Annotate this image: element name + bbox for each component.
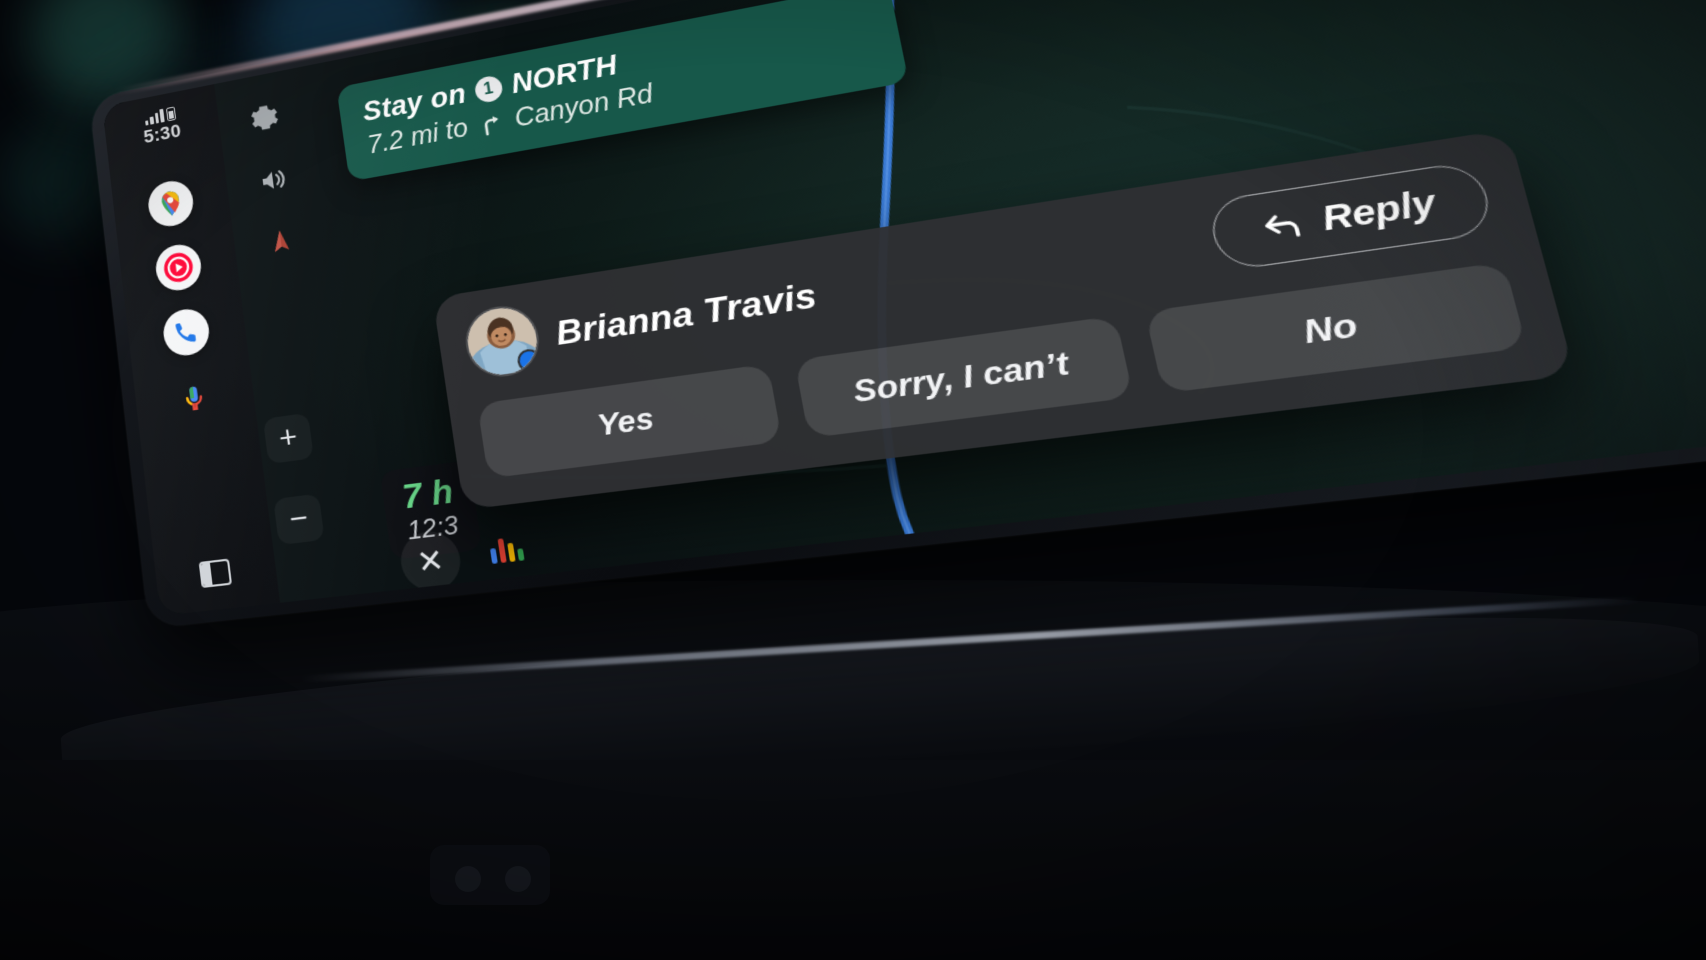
reply-button-label: Reply: [1318, 184, 1440, 240]
turn-right-icon: [475, 109, 507, 138]
eta-duration: 7 h: [400, 473, 455, 513]
sidebar-item-youtube-music[interactable]: [154, 241, 204, 293]
navigation-marker-icon[interactable]: [266, 226, 296, 256]
app-rail-items: [146, 177, 220, 424]
google-assistant-mic-icon: [178, 381, 211, 415]
reply-arrow-icon: [1258, 208, 1307, 244]
infotainment-display: 5:30 + − Stay on 1 NORTH 7.2 mi to Canyo…: [89, 0, 1706, 629]
sidebar-item-maps[interactable]: [146, 177, 196, 229]
quick-reply-chip[interactable]: No: [1145, 262, 1527, 394]
dashboard-lower: [0, 760, 1706, 960]
gear-icon[interactable]: [248, 101, 281, 136]
vent-detail: [430, 845, 550, 905]
reply-button[interactable]: Reply: [1206, 159, 1497, 271]
split-screen-icon: [199, 559, 232, 589]
zoom-out-button[interactable]: −: [273, 494, 325, 546]
battery-icon: [166, 106, 176, 121]
avatar: [464, 304, 542, 379]
status-bar: 5:30: [141, 105, 183, 149]
google-maps-icon: [155, 187, 187, 221]
vent-knob: [455, 866, 481, 892]
vent-knob: [505, 866, 531, 892]
status-clock: 5:30: [142, 121, 182, 149]
display-bezel: 5:30 + − Stay on 1 NORTH 7.2 mi to Canyo…: [89, 0, 1706, 629]
route-shield: 1: [473, 74, 504, 104]
photo-scene: 5:30 + − Stay on 1 NORTH 7.2 mi to Canyo…: [0, 0, 1706, 960]
cellular-signal-icon: [144, 108, 165, 126]
quick-reply-chip[interactable]: Sorry, I can’t: [794, 316, 1134, 439]
quick-reply-chip[interactable]: Yes: [477, 364, 782, 479]
sidebar-item-split-screen[interactable]: [199, 559, 235, 612]
speaker-icon[interactable]: [256, 163, 290, 198]
sidebar-item-phone[interactable]: [161, 306, 212, 359]
sidebar-item-assistant[interactable]: [169, 372, 220, 425]
phone-icon: [171, 316, 202, 348]
zoom-in-button[interactable]: +: [263, 413, 314, 464]
assistant-waveform-icon: [489, 536, 525, 564]
youtube-music-icon: [161, 249, 196, 285]
android-auto-screen: 5:30 + − Stay on 1 NORTH 7.2 mi to Canyo…: [102, 0, 1706, 616]
sender-name: Brianna Travis: [553, 275, 820, 353]
